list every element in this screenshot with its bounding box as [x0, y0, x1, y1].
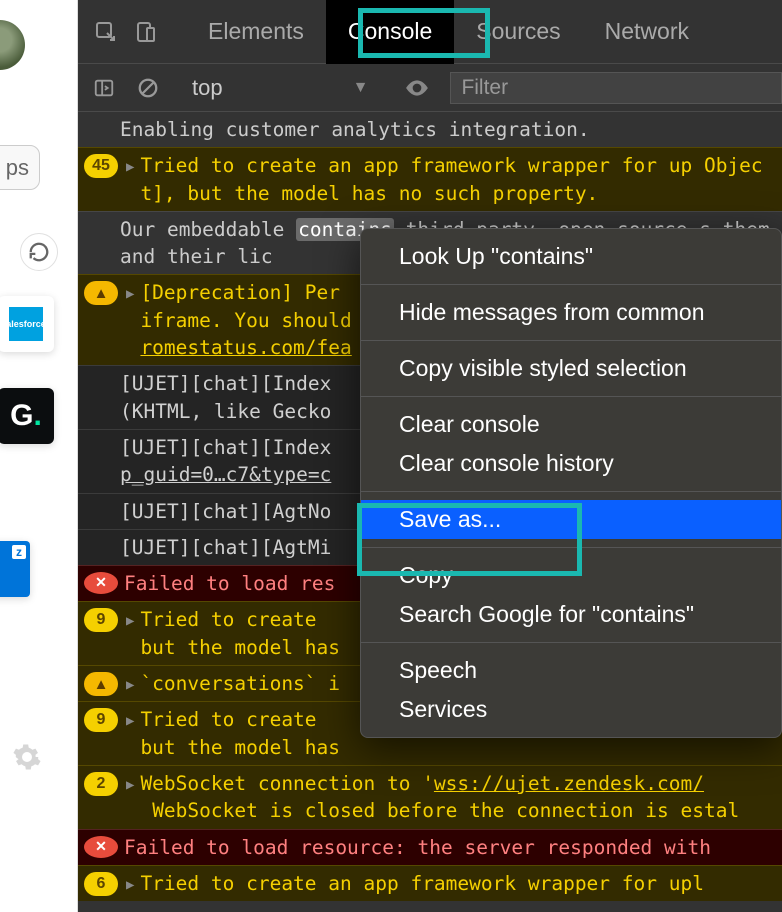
- count-badge: 45: [84, 154, 118, 178]
- tab-sources[interactable]: Sources: [454, 0, 582, 64]
- count-badge: 9: [84, 708, 118, 732]
- menu-separator: [361, 396, 781, 397]
- menu-copy[interactable]: Copy: [361, 556, 781, 595]
- expand-icon[interactable]: ▶: [126, 776, 134, 796]
- clear-console-icon[interactable]: [130, 70, 166, 106]
- count-badge: 2: [84, 772, 118, 796]
- menu-separator: [361, 642, 781, 643]
- menu-separator: [361, 284, 781, 285]
- salesforce-card[interactable]: alesforce: [0, 296, 54, 352]
- menu-separator: [361, 491, 781, 492]
- expand-icon[interactable]: ▶: [126, 712, 134, 732]
- menu-speech[interactable]: Speech: [361, 651, 781, 690]
- chevron-down-icon: ▼: [353, 79, 369, 97]
- filter-input[interactable]: Filter: [450, 72, 782, 104]
- refresh-button[interactable]: [20, 233, 58, 271]
- tab-console[interactable]: Console: [326, 0, 454, 64]
- count-badge: 9: [84, 608, 118, 632]
- ps-tab[interactable]: ps: [0, 145, 40, 190]
- device-icon[interactable]: [126, 12, 166, 52]
- menu-lookup[interactable]: Look Up "contains": [361, 237, 781, 276]
- expand-icon[interactable]: ▶: [126, 876, 134, 896]
- inspect-icon[interactable]: [86, 12, 126, 52]
- zendesk-card[interactable]: z: [0, 541, 30, 597]
- count-badge: 6: [84, 872, 118, 896]
- avatar[interactable]: [0, 20, 25, 70]
- menu-services[interactable]: Services: [361, 690, 781, 729]
- menu-separator: [361, 547, 781, 548]
- console-message[interactable]: 45 ▶ Tried to create an app framework wr…: [78, 147, 782, 211]
- tab-elements[interactable]: Elements: [186, 0, 326, 64]
- sidebar-toggle-icon[interactable]: [86, 70, 122, 106]
- console-message[interactable]: Enabling customer analytics integration.: [78, 112, 782, 147]
- console-toolbar: top ▼ Filter: [78, 64, 782, 112]
- menu-save-as[interactable]: Save as...: [361, 500, 781, 539]
- menu-hide-messages[interactable]: Hide messages from common: [361, 293, 781, 332]
- tab-network[interactable]: Network: [583, 0, 711, 64]
- context-menu: Look Up "contains" Hide messages from co…: [360, 228, 782, 738]
- warning-icon: ▲: [84, 672, 118, 696]
- menu-clear-history[interactable]: Clear console history: [361, 444, 781, 483]
- expand-icon[interactable]: ▶: [126, 285, 134, 305]
- expand-icon[interactable]: ▶: [126, 676, 134, 696]
- error-icon: ✕: [84, 836, 118, 858]
- context-selector[interactable]: top ▼: [174, 75, 386, 101]
- gear-icon[interactable]: [8, 738, 46, 776]
- menu-search-google[interactable]: Search Google for "contains": [361, 595, 781, 634]
- menu-separator: [361, 340, 781, 341]
- devtools-tabbar: Elements Console Sources Network: [78, 0, 782, 64]
- expand-icon[interactable]: ▶: [126, 158, 134, 178]
- console-message[interactable]: 2 ▶ WebSocket connection to 'wss://ujet.…: [78, 765, 782, 829]
- live-expression-icon[interactable]: [404, 75, 430, 101]
- browser-sidebar: ps alesforce G. z: [0, 0, 78, 912]
- menu-clear-console[interactable]: Clear console: [361, 405, 781, 444]
- warning-icon: ▲: [84, 281, 118, 305]
- menu-copy-visible[interactable]: Copy visible styled selection: [361, 349, 781, 388]
- error-icon: ✕: [84, 572, 118, 594]
- expand-icon[interactable]: ▶: [126, 612, 134, 632]
- g-card[interactable]: G.: [0, 388, 54, 444]
- console-message[interactable]: ✕ Failed to load resource: the server re…: [78, 829, 782, 865]
- console-message[interactable]: 6 ▶ Tried to create an app framework wra…: [78, 865, 782, 901]
